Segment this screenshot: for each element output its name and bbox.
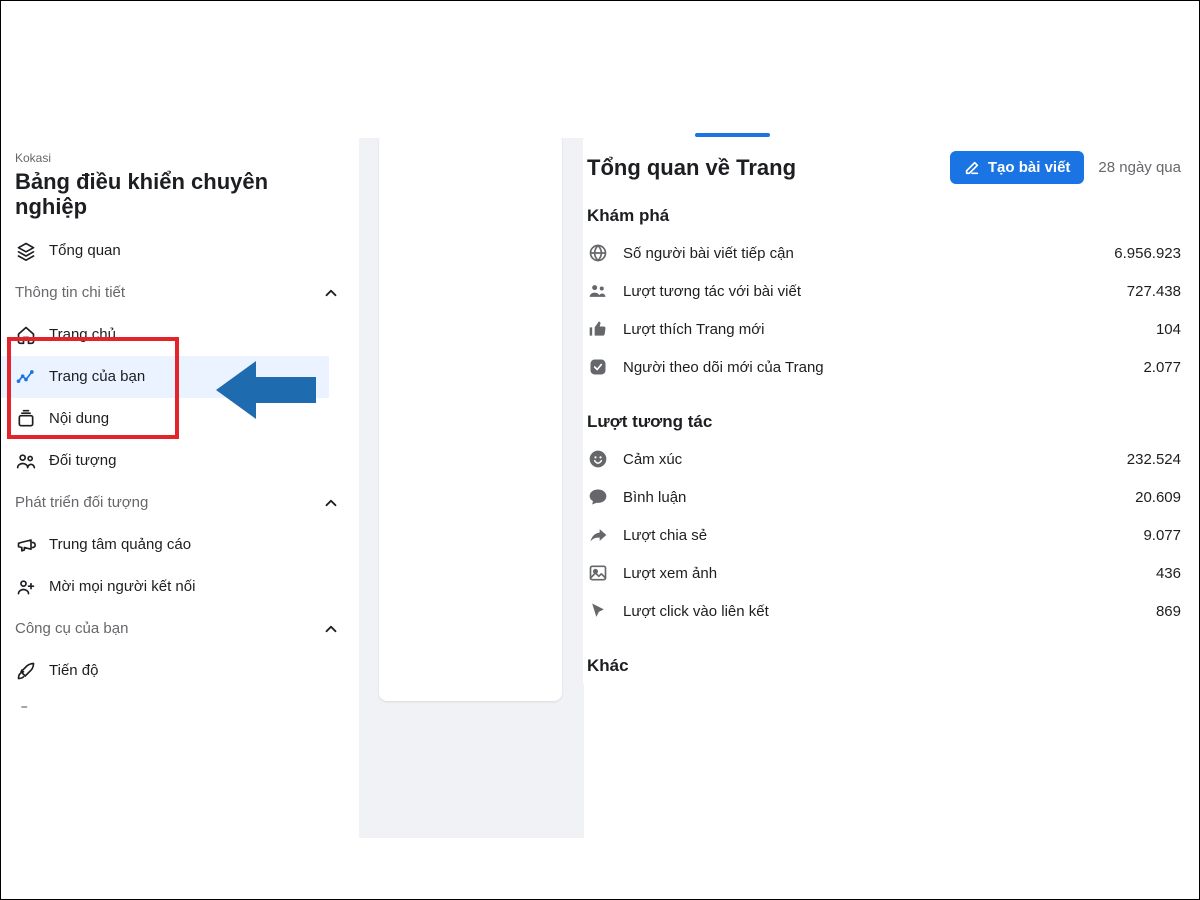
sidebar: Kokasi Bảng điều khiển chuyên nghiệp Tổn… bbox=[1, 141, 356, 728]
sidebar-group-audience-growth[interactable]: Phát triển đối tượng bbox=[1, 482, 356, 524]
stat-label: Lượt thích Trang mới bbox=[623, 321, 764, 338]
compose-icon bbox=[964, 160, 980, 176]
stat-label: Số người bài viết tiếp cận bbox=[623, 245, 794, 262]
stat-label: Người theo dõi mới của Trang bbox=[623, 359, 824, 376]
sidebar-item-audience[interactable]: Đối tượng bbox=[1, 440, 356, 482]
chevron-up-icon bbox=[320, 618, 342, 640]
chevron-up-icon bbox=[320, 282, 342, 304]
stat-row[interactable]: Lượt tương tác với bài viết 727.438 bbox=[587, 272, 1181, 310]
sidebar-item-label: Trang chủ bbox=[37, 326, 116, 343]
home-icon bbox=[15, 324, 37, 346]
sidebar-group-tools[interactable]: Công cụ của bạn bbox=[1, 608, 356, 650]
dashboard-title: Bảng điều khiển chuyên nghiệp bbox=[1, 165, 356, 230]
sidebar-item-label: Nội dung bbox=[37, 410, 109, 427]
sidebar-item-label: Trang của bạn bbox=[37, 368, 145, 385]
breadcrumb[interactable]: Kokasi bbox=[1, 149, 356, 165]
stat-value: 436 bbox=[1156, 565, 1181, 582]
active-tab-indicator bbox=[695, 133, 770, 137]
comment-icon bbox=[587, 486, 609, 508]
stat-label: Lượt xem ảnh bbox=[623, 565, 717, 582]
sidebar-item-label: Tiến độ bbox=[37, 662, 98, 679]
sidebar-item-ad-center[interactable]: Trung tâm quảng cáo bbox=[1, 524, 356, 566]
sidebar-item-progress[interactable]: Tiến độ bbox=[1, 650, 356, 692]
image-icon bbox=[587, 562, 609, 584]
page-title: Tổng quan về Trang bbox=[587, 155, 796, 181]
sidebar-item-label: Tổng quan bbox=[37, 242, 121, 259]
sidebar-item-your-page[interactable]: Trang của bạn bbox=[1, 356, 329, 398]
stat-row[interactable]: Lượt chia sẻ 9.077 bbox=[587, 516, 1181, 554]
stat-value: 232.524 bbox=[1127, 451, 1181, 468]
sidebar-item-overview[interactable]: Tổng quan bbox=[1, 230, 356, 272]
people-group-icon bbox=[15, 450, 37, 472]
sidebar-group-insights[interactable]: Thông tin chi tiết bbox=[1, 272, 356, 314]
main-content: Tổng quan về Trang Tạo bài viết 28 ngày … bbox=[583, 139, 1193, 684]
stat-row[interactable]: Bình luận 20.609 bbox=[587, 478, 1181, 516]
trend-icon bbox=[15, 366, 37, 388]
stat-label: Bình luận bbox=[623, 489, 686, 506]
stat-value: 727.438 bbox=[1127, 283, 1181, 300]
section-title-discover: Khám phá bbox=[587, 188, 1181, 234]
megaphone-icon bbox=[15, 534, 37, 556]
stat-label: Lượt chia sẻ bbox=[623, 527, 707, 544]
stat-label: Cảm xúc bbox=[623, 451, 682, 468]
stat-value: 104 bbox=[1156, 321, 1181, 338]
cursor-icon bbox=[587, 600, 609, 622]
section-title-other: Khác bbox=[587, 630, 1181, 684]
sidebar-item-content[interactable]: Nội dung bbox=[1, 398, 356, 440]
create-post-label: Tạo bài viết bbox=[988, 159, 1071, 176]
minus-icon bbox=[15, 696, 37, 718]
globe-icon bbox=[587, 242, 609, 264]
sidebar-item-label: Đối tượng bbox=[37, 452, 116, 469]
section-title-interactions: Lượt tương tác bbox=[587, 386, 1181, 440]
smile-icon bbox=[587, 448, 609, 470]
main-header: Tổng quan về Trang Tạo bài viết 28 ngày … bbox=[587, 145, 1181, 188]
create-post-button[interactable]: Tạo bài viết bbox=[950, 151, 1085, 184]
stat-label: Lượt tương tác với bài viết bbox=[623, 283, 801, 300]
stat-row[interactable]: Người theo dõi mới của Trang 2.077 bbox=[587, 348, 1181, 386]
stat-value: 20.609 bbox=[1135, 489, 1181, 506]
stat-value: 6.956.923 bbox=[1114, 245, 1181, 262]
stat-value: 9.077 bbox=[1143, 527, 1181, 544]
sidebar-item-invite[interactable]: Mời mọi người kết nối bbox=[1, 566, 356, 608]
stat-row[interactable]: Số người bài viết tiếp cận 6.956.923 bbox=[587, 234, 1181, 272]
check-badge-icon bbox=[587, 356, 609, 378]
stat-row[interactable]: Lượt xem ảnh 436 bbox=[587, 554, 1181, 592]
stat-row[interactable]: Lượt thích Trang mới 104 bbox=[587, 310, 1181, 348]
stat-label: Lượt click vào liên kết bbox=[623, 603, 769, 620]
middle-panel bbox=[379, 133, 562, 701]
sidebar-item-more[interactable] bbox=[1, 692, 356, 728]
chevron-up-icon bbox=[320, 492, 342, 514]
people-icon bbox=[587, 280, 609, 302]
sidebar-item-label: Mời mọi người kết nối bbox=[37, 578, 195, 595]
stat-value: 2.077 bbox=[1143, 359, 1181, 376]
stat-row[interactable]: Lượt click vào liên kết 869 bbox=[587, 592, 1181, 630]
sidebar-item-label: Trung tâm quảng cáo bbox=[37, 536, 191, 553]
top-nav-indicator bbox=[1, 133, 1199, 137]
stat-row[interactable]: Cảm xúc 232.524 bbox=[587, 440, 1181, 478]
like-icon bbox=[587, 318, 609, 340]
sidebar-item-home[interactable]: Trang chủ bbox=[1, 314, 356, 356]
people-plus-icon bbox=[15, 576, 37, 598]
collection-icon bbox=[15, 408, 37, 430]
stat-value: 869 bbox=[1156, 603, 1181, 620]
rocket-icon bbox=[15, 660, 37, 682]
stack-icon bbox=[15, 240, 37, 262]
days-filter[interactable]: 28 ngày qua bbox=[1098, 159, 1181, 176]
share-icon bbox=[587, 524, 609, 546]
